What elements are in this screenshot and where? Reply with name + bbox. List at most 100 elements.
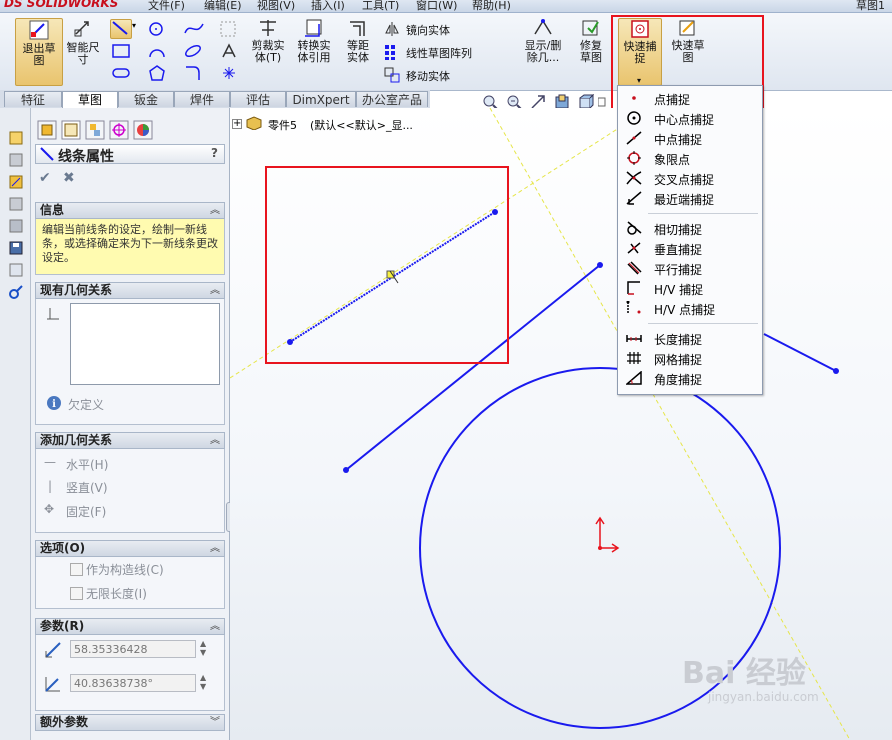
offset-entities-button[interactable]: 等距实体: [338, 18, 378, 84]
move-entities-label[interactable]: 移动实体: [406, 68, 450, 84]
display-delete-relations-button[interactable]: 显示/删除几...: [518, 18, 568, 84]
cancel-x-icon[interactable]: ✖: [63, 170, 75, 186]
ellipse-icon[interactable]: [184, 43, 202, 59]
snap-perpendicular[interactable]: 垂直捕捉: [618, 238, 762, 258]
snap-hv-point[interactable]: H/V 点捕捉: [618, 298, 762, 318]
snap-nearest[interactable]: 最近端捕捉: [618, 188, 762, 208]
angle-field[interactable]: 40.83638738°: [70, 674, 196, 692]
point-icon[interactable]: [220, 65, 238, 81]
relation-icon: [47, 308, 59, 320]
construction-checkbox[interactable]: [70, 563, 83, 576]
rectangle-icon[interactable]: [112, 43, 130, 59]
origin-y-axis: [595, 516, 605, 548]
sketch-line[interactable]: [763, 333, 837, 372]
existing-relations-header[interactable]: 现有几何关系 ︽: [35, 282, 225, 299]
snap-hv[interactable]: H/V 捕捉: [618, 278, 762, 298]
linear-pattern-icon[interactable]: [384, 44, 400, 60]
display-tab-icon[interactable]: [133, 120, 153, 140]
center-snap-icon: [627, 111, 641, 125]
exit-sketch-button[interactable]: 退出草图: [15, 18, 63, 86]
property-manager-icon[interactable]: [8, 152, 24, 168]
save-icon[interactable]: [8, 240, 24, 256]
menu-file[interactable]: 文件(F): [148, 0, 185, 12]
menu-tools[interactable]: 工具(T): [362, 0, 399, 12]
help-button[interactable]: ?: [211, 146, 218, 160]
snap-grid[interactable]: 网格捕捉: [618, 348, 762, 368]
configuration-manager-icon[interactable]: [8, 174, 24, 190]
parameters-section-header[interactable]: 参数(R) ︽: [35, 618, 225, 635]
design-library-icon[interactable]: [8, 262, 24, 278]
mirror-icon[interactable]: [384, 21, 400, 37]
config-tab-icon[interactable]: [85, 120, 105, 140]
text-tool-icon[interactable]: [220, 43, 238, 59]
circle-icon[interactable]: [148, 21, 166, 37]
tab-dimxpert[interactable]: DimXpert: [286, 91, 356, 107]
snap-center[interactable]: 中心点捕捉: [618, 108, 762, 128]
length-spinner-icon[interactable]: ▲ ▼: [200, 639, 206, 657]
tab-sketch[interactable]: 草图: [62, 91, 118, 109]
quadrant-snap-icon: [627, 151, 641, 165]
line-icon: [40, 147, 54, 161]
trim-entities-button[interactable]: 剪裁实体(T): [246, 18, 290, 84]
tab-office-products[interactable]: 办公室产品: [356, 91, 428, 107]
watermark-brand: Bai 经验: [682, 656, 806, 691]
display-style-icon[interactable]: [598, 96, 606, 108]
angle-spinner-icon[interactable]: ▲ ▼: [200, 673, 206, 691]
tab-evaluate[interactable]: 评估: [230, 91, 286, 107]
move-entities-icon[interactable]: [384, 67, 400, 83]
snap-parallel[interactable]: 平行捕捉: [618, 258, 762, 278]
linear-pattern-label[interactable]: 线性草图阵列: [406, 45, 472, 61]
arc-icon[interactable]: [148, 43, 166, 59]
snap-tangent[interactable]: 相切捕捉: [618, 218, 762, 238]
ok-checkmark-icon[interactable]: ✔: [39, 170, 51, 186]
snap-midpoint[interactable]: 中点捕捉: [618, 128, 762, 148]
snap-quadrant[interactable]: 象限点: [618, 148, 762, 168]
options-section-header[interactable]: 选项(O) ︽: [35, 540, 225, 557]
tab-sheet-metal[interactable]: 钣金: [118, 91, 174, 107]
smart-dimension-button[interactable]: 智能尺寸: [62, 18, 104, 84]
feature-tree-tab-icon[interactable]: [37, 120, 57, 140]
spline-icon[interactable]: [184, 21, 204, 37]
dimxpert-tab-icon[interactable]: [109, 120, 129, 140]
part-name[interactable]: 零件5: [268, 117, 297, 133]
line-tool-button[interactable]: ▾: [110, 19, 138, 39]
menu-help[interactable]: 帮助(H): [472, 0, 511, 12]
sketch-endpoint[interactable]: [597, 262, 603, 268]
repair-sketch-button[interactable]: 修复草图: [570, 18, 612, 84]
add-relations-header[interactable]: 添加几何关系 ︽: [35, 432, 225, 449]
relation-horizontal[interactable]: 水平(H): [66, 456, 108, 473]
relation-vertical[interactable]: 竖直(V): [66, 479, 108, 496]
infinite-length-checkbox[interactable]: [70, 587, 83, 600]
mirror-entities-label[interactable]: 镜向实体: [406, 22, 450, 38]
polygon-icon[interactable]: [148, 65, 166, 81]
expand-tree-icon[interactable]: +: [232, 119, 242, 129]
sketch-endpoint[interactable]: [343, 467, 349, 473]
existing-relations-list[interactable]: [70, 303, 220, 385]
convert-entities-button[interactable]: 转换实体引用: [292, 18, 336, 84]
snap-point[interactable]: 点捕捉: [618, 88, 762, 108]
snap-length[interactable]: 长度捕捉: [618, 328, 762, 348]
dimxpert-manager-icon[interactable]: [8, 196, 24, 212]
tools-icon[interactable]: [8, 284, 24, 300]
info-section-header[interactable]: 信息 ︽: [35, 202, 225, 219]
tab-weldments[interactable]: 焊件: [174, 91, 230, 107]
property-tab-icon[interactable]: [61, 120, 81, 140]
snap-angle[interactable]: 角度捕捉: [618, 368, 762, 388]
menu-window[interactable]: 窗口(W): [416, 0, 457, 12]
extra-params-header[interactable]: 额外参数 ︾: [35, 714, 225, 731]
tab-features[interactable]: 特征: [4, 91, 62, 107]
display-manager-icon[interactable]: [8, 218, 24, 234]
existing-relations-body: i 欠定义: [35, 299, 225, 425]
length-field[interactable]: 58.35336428: [70, 640, 196, 658]
fillet-icon[interactable]: [184, 65, 202, 81]
slot-icon[interactable]: [112, 65, 130, 81]
menu-view[interactable]: 视图(V): [257, 0, 295, 12]
angle-snap-icon: [626, 371, 642, 385]
feature-manager-icon[interactable]: [8, 130, 24, 146]
menu-insert[interactable]: 插入(I): [311, 0, 345, 12]
relation-fix[interactable]: 固定(F): [66, 503, 106, 520]
grid-dots-icon[interactable]: [220, 21, 236, 37]
snap-intersection[interactable]: 交叉点捕捉: [618, 168, 762, 188]
menu-edit[interactable]: 编辑(E): [204, 0, 242, 12]
sketch-endpoint[interactable]: [833, 368, 839, 374]
